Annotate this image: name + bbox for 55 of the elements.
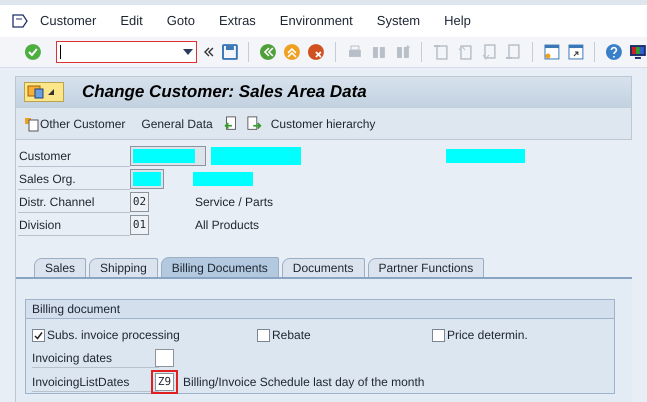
menu-item[interactable]: Goto <box>166 11 195 31</box>
help-icon[interactable] <box>605 43 624 61</box>
exit-icon[interactable] <box>283 43 302 61</box>
menu-item[interactable]: Customer <box>40 11 96 31</box>
group-title: Billing document <box>26 300 614 319</box>
previous-document-icon[interactable] <box>222 114 239 132</box>
checkmark-icon <box>34 330 43 340</box>
monitor-icon[interactable] <box>629 43 647 61</box>
checkbox-label: Price determin. <box>447 327 528 344</box>
caret-icon <box>48 89 54 95</box>
toolbar-button[interactable]: General Data <box>141 114 213 132</box>
field-description: Billing/Invoice Schedule last day of the month <box>183 374 424 391</box>
menu-item[interactable]: Environment <box>280 11 353 31</box>
documents-icon <box>25 116 39 132</box>
redaction-bar <box>133 172 161 186</box>
tab[interactable]: Documents <box>282 258 364 277</box>
other-customer-button[interactable]: Other Customer <box>25 114 126 132</box>
checkbox[interactable] <box>32 328 45 342</box>
layout-icon <box>27 85 45 99</box>
save-icon[interactable] <box>220 43 238 61</box>
redaction-bar <box>133 149 195 163</box>
input-field[interactable] <box>130 169 164 189</box>
tab[interactable]: Billing Documents <box>160 257 279 277</box>
checkbox[interactable] <box>257 328 270 342</box>
enter-icon[interactable] <box>24 43 42 61</box>
toolbar-button[interactable]: Customer hierarchy <box>270 114 376 132</box>
checkbox[interactable] <box>432 328 445 342</box>
tab[interactable]: Partner Functions <box>368 258 484 277</box>
shortcut-icon[interactable] <box>566 43 584 61</box>
field-description: Service / Parts <box>195 194 274 211</box>
back-icon[interactable] <box>259 43 278 61</box>
menu-item[interactable]: System <box>376 11 420 31</box>
collapse-icon[interactable] <box>202 46 215 58</box>
tab[interactable]: Shipping <box>89 258 158 277</box>
checkbox-label: Subs. invoice processing <box>47 327 180 344</box>
field-description: All Products <box>195 217 260 234</box>
input-field[interactable] <box>130 146 206 166</box>
tab[interactable]: Sales <box>34 258 86 277</box>
menu-item[interactable]: Extras <box>218 11 256 31</box>
window-title: Change Customer: Sales Area Data <box>82 81 367 104</box>
redaction-bar <box>193 172 253 186</box>
new-window-icon[interactable] <box>542 43 561 61</box>
checkbox-label: Rebate <box>272 327 311 344</box>
input-field[interactable]: Z9 <box>155 373 174 391</box>
input-field[interactable]: 01 <box>130 215 149 235</box>
input-field[interactable]: 02 <box>130 192 149 212</box>
next-document-icon[interactable] <box>246 114 263 132</box>
command-field[interactable] <box>56 41 197 63</box>
dropdown-arrow-icon[interactable] <box>182 49 193 55</box>
menu-item[interactable]: Edit <box>120 11 143 31</box>
menu-item[interactable]: Help <box>444 11 471 31</box>
menu-icon[interactable] <box>12 14 28 28</box>
layout-menu-button[interactable] <box>24 82 64 102</box>
cancel-icon[interactable] <box>307 43 325 61</box>
input-field[interactable] <box>155 349 174 367</box>
